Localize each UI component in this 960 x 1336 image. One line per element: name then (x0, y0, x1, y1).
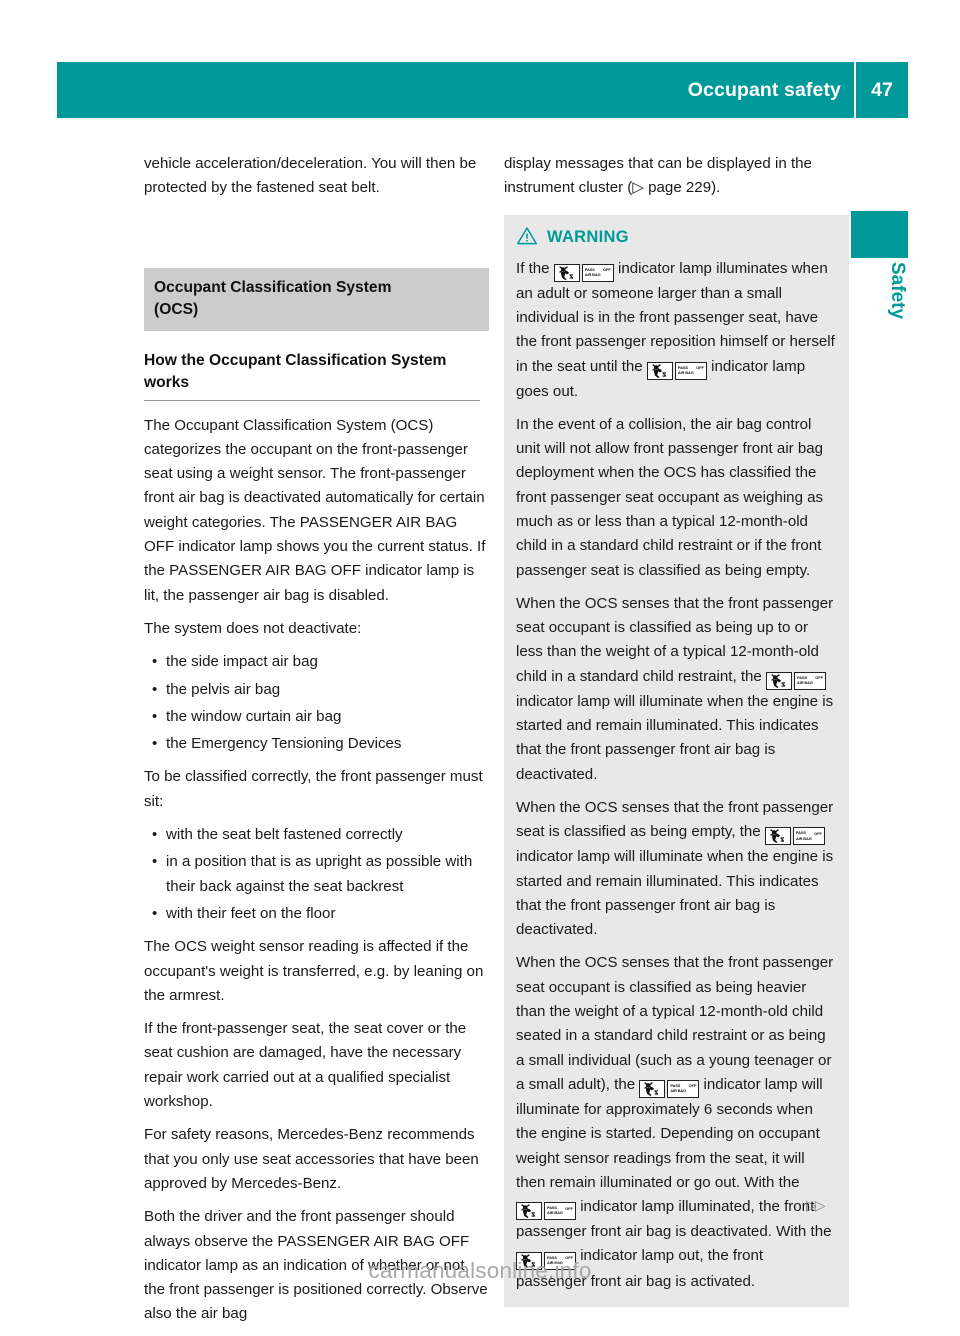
passenger-airbag-off-child-icon: PASS AIR BAG OFF (516, 1202, 576, 1221)
child-crossed-out-icon (639, 1079, 666, 1098)
child-crossed-out-icon (764, 827, 791, 846)
lamp-text-line1: PASS (797, 674, 807, 680)
passenger-airbag-off-child-icon: PASS AIR BAG OFF (639, 1079, 700, 1098)
lamp-text-line1: PASS (677, 364, 688, 370)
side-tab-label: Safety (887, 262, 908, 320)
lamp-text-line2: AIR BAG (584, 271, 601, 277)
bullet-list-not-deactivated: the side impact air bag the pelvis air b… (144, 650, 489, 756)
list-item: the pelvis air bag (144, 678, 489, 703)
lamp-text-line2: AIR BAG (797, 680, 813, 686)
lamp-text-line2: AIR BAG (547, 1210, 563, 1216)
lamp-text: PASS AIR BAG (547, 1205, 563, 1216)
warning-paragraph-5: When the OCS senses that the front passe… (516, 951, 836, 1293)
lamp-text-line2: AIR BAG (670, 1088, 687, 1094)
next-page-arrows-icon: ▷▷ (806, 1197, 825, 1213)
continuation-text-b: ). (711, 179, 721, 197)
pass-air-bag-off-text-icon: PASS AIR BAG OFF (581, 263, 614, 282)
lamp-text: PASS AIR BAG (678, 365, 694, 376)
warning-triangle-icon (516, 226, 538, 250)
warning-p6-before: With the (776, 1223, 832, 1241)
section-heading-line-1: Occupant Classification System (154, 278, 392, 296)
warning-p3-after: indicator lamp will illuminate when the … (516, 692, 834, 783)
child-crossed-out-icon (646, 361, 673, 380)
page-title: Occupant safety (687, 78, 841, 101)
lamp-text-line1: PASS (795, 830, 806, 836)
section-heading-line-2: (OCS) (154, 300, 199, 318)
page-header-bar: Occupant safety 47 (57, 62, 908, 118)
lamp-text-line1: PASS (670, 1082, 681, 1088)
paragraph-2: The system does not deactivate: (144, 619, 362, 637)
list-item: the side impact air bag (144, 650, 489, 675)
warning-paragraph-3: When the OCS senses that the front passe… (516, 592, 836, 787)
left-text-column: vehicle acceleration/deceleration. You w… (144, 152, 489, 1336)
passenger-airbag-off-child-icon: PASS AIR BAG OFF (646, 361, 707, 380)
lamp-text: PASS AIR BAG (797, 675, 813, 686)
pass-air-bag-off-text-icon: PASS AIR BAG OFF (667, 1079, 700, 1098)
warning-p4-after: indicator lamp will illuminate when the … (516, 848, 834, 939)
intro-paragraph: vehicle acceleration/deceleration. You w… (144, 155, 477, 197)
continuation-paragraph: display messages that can be displayed i… (504, 152, 849, 201)
page-reference-link[interactable]: ▷ page 229 (632, 179, 711, 196)
lamp-text: PASS AIR BAG (796, 830, 812, 841)
pass-air-bag-off-text-icon: PASS AIR BAG OFF (544, 1202, 576, 1221)
list-item: with their feet on the floor (144, 902, 489, 927)
warning-header: WARNING (516, 226, 836, 250)
warning-paragraph-4: When the OCS senses that the front passe… (516, 796, 836, 943)
lamp-text-line1: PASS (547, 1205, 557, 1211)
list-item: the Emergency Tensioning Devices (144, 732, 489, 757)
paragraph-4: The OCS weight sensor reading is affecte… (144, 938, 484, 1004)
lamp-text-line2: AIR BAG (677, 369, 694, 375)
page-number: 47 (871, 78, 893, 101)
list-item: with the seat belt fastened correctly (144, 823, 489, 848)
child-crossed-out-icon (553, 263, 580, 282)
passenger-airbag-off-child-icon: PASS AIR BAG OFF (766, 671, 827, 690)
lamp-text-line1: PASS (584, 266, 595, 272)
right-text-column: display messages that can be displayed i… (504, 152, 849, 1307)
section-heading-box: Occupant Classification System (OCS) (144, 267, 489, 331)
passenger-airbag-off-child-icon: PASS AIR BAG OFF (553, 263, 614, 282)
warning-p5-before: When the OCS senses that the front passe… (516, 954, 834, 1093)
lamp-text: PASS AIR BAG (585, 267, 601, 278)
list-item: the window curtain air bag (144, 705, 489, 730)
pass-air-bag-off-text-icon: PASS AIR BAG OFF (794, 671, 827, 690)
lamp-text: PASS AIR BAG (670, 1083, 686, 1094)
paragraph-3: To be classified correctly, the front pa… (144, 768, 483, 810)
passenger-airbag-off-child-icon: PASS AIR BAG OFF (764, 827, 825, 846)
lamp-text-line2: AIR BAG (795, 835, 812, 841)
paragraph-5: If the front-passenger seat, the seat co… (144, 1020, 467, 1111)
warning-paragraph-2: In the event of a collision, the air bag… (516, 415, 824, 579)
pass-air-bag-off-text-icon: PASS AIR BAG OFF (792, 827, 825, 846)
sub-heading: How the Occupant Classification System w… (144, 350, 480, 401)
paragraph-6: For safety reasons, Mercedes-Benz recomm… (144, 1126, 479, 1192)
watermark: carmanualsonline.info (368, 1258, 592, 1283)
warning-label: WARNING (547, 228, 629, 247)
bullet-list-seating-position: with the seat belt fastened correctly in… (144, 823, 489, 926)
warning-box: WARNING If the PASS AIR BAG OFF indicato… (504, 214, 849, 1307)
list-item: in a position that is as upright as poss… (144, 850, 489, 899)
paragraph-1: The Occupant Classification System (OCS)… (144, 416, 486, 604)
side-tab-color-block (851, 211, 908, 258)
pass-air-bag-off-text-icon: PASS AIR BAG OFF (674, 361, 707, 380)
child-crossed-out-icon (766, 671, 793, 690)
warning-p1-before: If the (516, 259, 550, 277)
child-crossed-out-icon (516, 1202, 542, 1221)
warning-paragraph-1: If the PASS AIR BAG OFF indicator lamp i… (516, 257, 836, 404)
